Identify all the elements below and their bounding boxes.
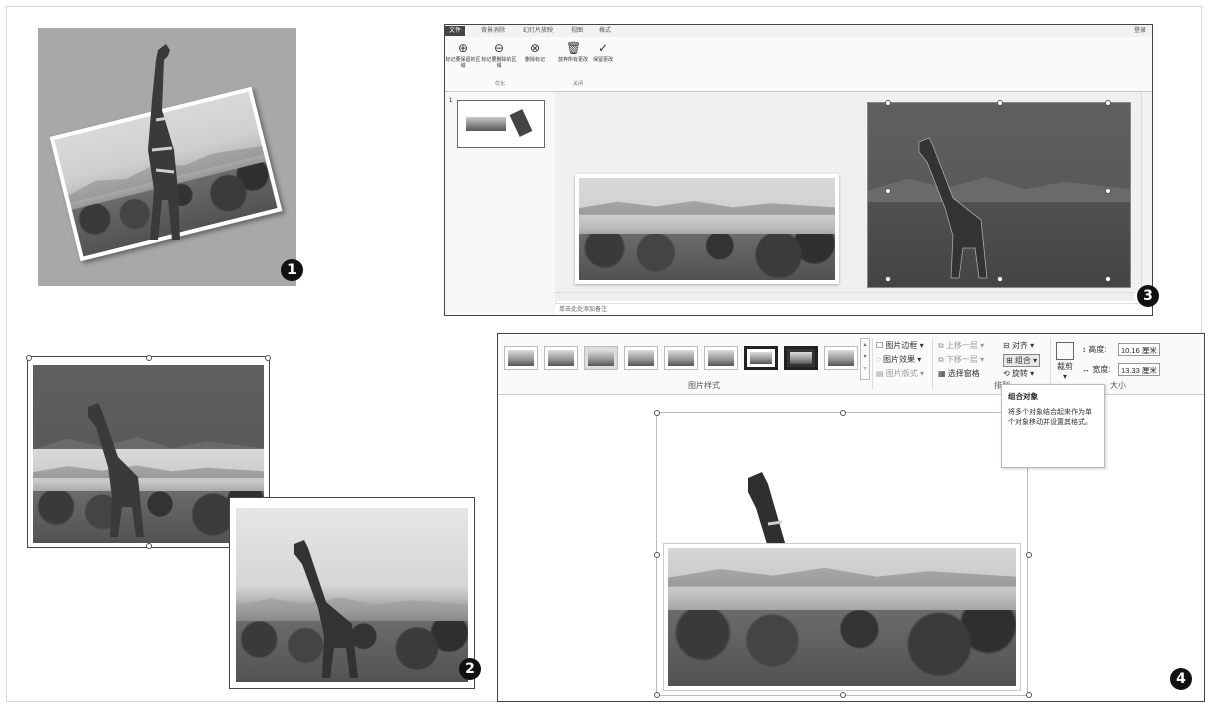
rotate-button[interactable]: ⟲ 旋转 ▾ [1003,368,1034,379]
picture-style-2[interactable] [544,346,578,370]
width-input[interactable]: 13.33 厘米 [1118,363,1160,376]
picture-style-7[interactable] [744,346,778,370]
picture-style-9[interactable] [824,346,858,370]
slide-cropped-photo[interactable] [575,174,839,284]
height-label: ↕ 高度: [1082,345,1107,354]
picture-effects-button[interactable]: ◌ 图片效果 ▾ [876,354,921,365]
mark-remove-button[interactable]: ⊖ 标记要删除的区域 [481,41,517,69]
style-gallery-more-button[interactable]: ▴ ▾ ▿ [860,338,870,380]
panel-1-giraffe [148,44,180,240]
trash-icon: 🗑 [566,41,582,55]
tab-background-removal[interactable]: 背景消除 [477,26,509,36]
tab-format[interactable]: 格式 [595,26,615,36]
panel-3-window: 文件 背景消除 幻灯片放映 视图 格式 登录 ⊕ 标记要保留的区域 ⊖ 标记要删… [444,24,1153,316]
crop-icon [1056,342,1074,360]
step-badge-2: 2 [459,658,481,680]
picture-style-8[interactable] [784,346,818,370]
picture-style-3[interactable] [584,346,618,370]
panel-4-window: ▴ ▾ ▿ 图片样式 ☐ 图片边框 ▾ ◌ 图片效果 ▾ ▤ 图片版式 ▾ ⧉ 上移… [497,333,1205,702]
slide-giraffe [918,137,988,279]
mark-keep-button[interactable]: ⊕ 标记要保留的区域 [445,41,481,69]
selection-pane-button[interactable]: ▦ 选择窗格 [938,368,980,379]
width-label: ↔ 宽度: [1082,365,1111,374]
horizontal-scrollbar[interactable] [555,292,1135,301]
bring-forward-button[interactable]: ⧉ 上移一层 ▾ [938,340,984,351]
plus-circle-icon: ⊕ [457,41,469,55]
slide-thumbnail[interactable] [457,100,545,148]
keep-changes-button[interactable]: ✓ 保留更改 [585,41,621,63]
group-label-refine: 优化 [495,81,506,87]
group-button[interactable]: ⊞ 组合 ▾ [1003,354,1041,367]
slide-canvas [555,92,1141,292]
picture-styles-group-label: 图片样式 [688,381,720,390]
slide-number: 1 [449,98,453,104]
panel-2-giraffe-result [294,540,358,678]
picture-style-6[interactable] [704,346,738,370]
delete-mark-icon: ⊗ [529,41,541,55]
tooltip-body: 将多个对象结合起来作为单个对象移动并设置其格式。 [1008,409,1092,426]
picture-layout-button[interactable]: ▤ 图片版式 ▾ [876,368,924,379]
step-badge-1: 1 [281,259,303,281]
picture-style-4[interactable] [624,346,658,370]
ribbon: ⊕ 标记要保留的区域 ⊖ 标记要删除的区域 ⊗ 删除标记 🗑 放弃所有更改 ✓ … [445,37,1152,92]
grouped-background-photo [664,544,1020,690]
picture-style-5[interactable] [664,346,698,370]
picture-border-button[interactable]: ☐ 图片边框 ▾ [876,340,924,351]
vertical-scrollbar[interactable] [1141,92,1152,292]
minus-circle-icon: ⊖ [493,41,505,55]
tab-view[interactable]: 视图 [567,26,587,36]
tooltip-title: 组合对象 [1008,392,1038,401]
height-input[interactable]: 10.16 厘米 [1118,343,1160,356]
group-tooltip: 组合对象 将多个对象结合起来作为单个对象移动并设置其格式。 [1001,384,1105,468]
crop-button[interactable]: 裁剪 ▾ [1056,342,1074,382]
tab-file[interactable]: 文件 [445,26,466,36]
group-label-close: 关闭 [573,81,584,87]
panel-2-giraffe-crop [88,403,144,537]
slide-thumbnail-pane: 1 [445,92,556,314]
delete-mark-button[interactable]: ⊗ 删除标记 [517,41,553,63]
step-badge-4: 4 [1170,668,1192,690]
check-icon: ✓ [597,41,609,55]
panel-2-result-frame [229,497,475,689]
picture-style-1[interactable] [504,346,538,370]
sign-in-link[interactable]: 登录 [1130,26,1150,36]
align-button[interactable]: ⊟ 对齐 ▾ [1003,340,1034,351]
tab-slideshow[interactable]: 幻灯片放映 [519,26,557,36]
notes-placeholder[interactable]: 单击此处添加备注 [555,303,1152,315]
size-group-label: 大小 [1110,381,1126,390]
send-backward-button[interactable]: ⧉ 下移一层 ▾ [938,354,984,365]
step-badge-3: 3 [1137,285,1159,307]
